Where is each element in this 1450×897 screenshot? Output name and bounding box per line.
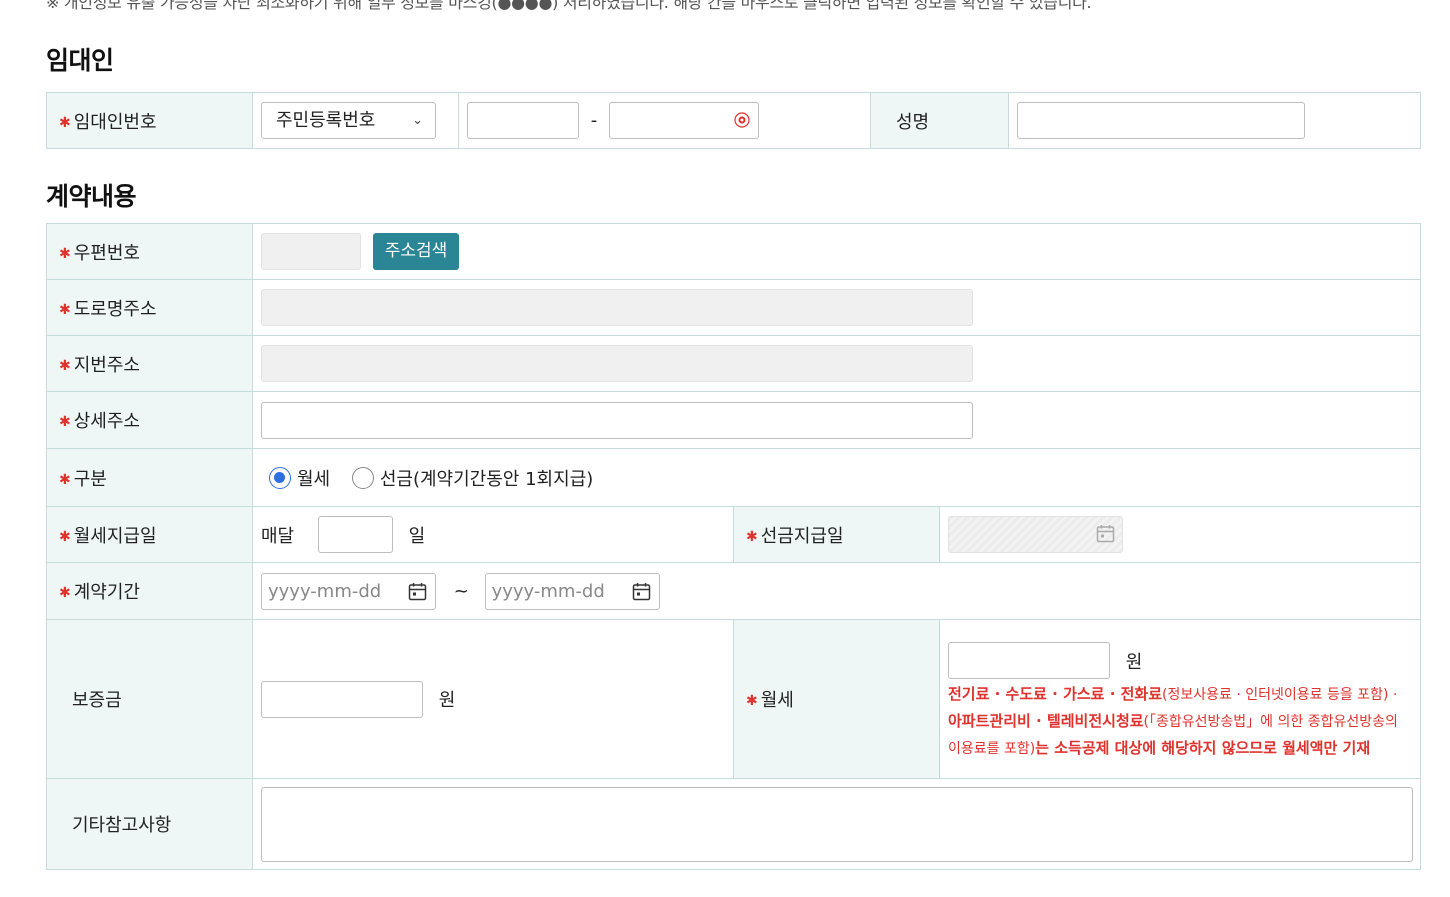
rent-input[interactable] xyxy=(948,642,1110,679)
memo-cell xyxy=(252,778,1421,870)
rent-header: ✱ 월세 xyxy=(733,619,940,779)
memo-textarea[interactable] xyxy=(261,786,1413,862)
period-header: ✱ 계약기간 xyxy=(46,562,253,620)
landlord-id-header: ✱ 임대인번호 xyxy=(46,92,253,149)
road-address-input xyxy=(261,289,973,326)
prepay-date-header: ✱ 선금지급일 xyxy=(733,506,940,563)
won-unit: 원 xyxy=(1125,651,1143,673)
road-address-header: ✱ 도로명주소 xyxy=(46,279,253,336)
type-header: ✱ 구분 xyxy=(46,448,253,507)
monthly-pay-day-input[interactable] xyxy=(317,516,393,553)
zip-input xyxy=(261,233,361,270)
period-separator: ~ xyxy=(453,580,469,602)
deposit-header: 보증금 xyxy=(46,619,253,779)
rent-cell: 원 전기료 · 수도료 · 가스료 · 전화료(정보사용료 · 인터넷이용료 등… xyxy=(939,619,1421,779)
show-password-icon[interactable] xyxy=(733,111,751,129)
lot-address-header: ✱ 지번주소 xyxy=(46,335,253,392)
landlord-section-title: 임대인 xyxy=(46,46,114,75)
memo-header: 기타참고사항 xyxy=(46,778,253,870)
period-start-date-input[interactable]: yyyy-mm-dd xyxy=(261,572,436,610)
prepay-date-cell xyxy=(939,506,1421,563)
zip-cell: 주소검색 xyxy=(252,223,1421,280)
masking-notice: ※ 개인정보 유출 가능성을 차단 최소화하기 위해 일부 정보를 마스킹(●●… xyxy=(46,0,1092,12)
deposit-cell: 원 xyxy=(252,619,734,779)
address-search-button[interactable]: 주소검색 xyxy=(372,233,460,270)
required-mark: ✱ xyxy=(59,245,71,262)
name-cell xyxy=(1008,92,1421,149)
lot-address-input xyxy=(261,345,973,382)
required-mark: ✱ xyxy=(59,357,71,374)
monthly-pay-day-header: ✱ 월세지급일 xyxy=(46,506,253,563)
type-radio-monthly-label[interactable]: 월세 xyxy=(297,469,330,490)
period-end-date-input[interactable]: yyyy-mm-dd xyxy=(484,572,660,610)
id-separator: - xyxy=(590,110,598,131)
calendar-icon xyxy=(1096,525,1115,543)
calendar-icon[interactable] xyxy=(632,582,651,601)
type-radio-prepay[interactable] xyxy=(351,466,374,489)
detail-address-header: ✱ 상세주소 xyxy=(46,391,253,449)
lot-address-cell xyxy=(252,335,1421,392)
type-radio-prepay-label[interactable]: 선금(계약기간동안 1회지급) xyxy=(380,469,593,490)
contract-table: ✱ 우편번호 주소검색 ✱ 도로명주소 ✱ 지번주소 ✱ 상세주소 ✱ 구분 월세 선금(… xyxy=(46,223,1421,870)
name-input[interactable] xyxy=(1017,102,1305,139)
contract-section-title: 계약내용 xyxy=(46,182,137,211)
rent-note: 전기료 · 수도료 · 가스료 · 전화료(정보사용료 · 인터넷이용료 등을 … xyxy=(948,685,1398,757)
deposit-input[interactable] xyxy=(261,680,423,718)
required-mark: ✱ xyxy=(746,528,758,545)
chevron-down-icon: ⌄ xyxy=(412,113,423,128)
type-cell: 월세 선금(계약기간동안 1회지급) xyxy=(252,448,1421,507)
monthly-pay-day-cell: 매달 일 xyxy=(252,506,734,563)
detail-address-input[interactable] xyxy=(261,401,973,439)
required-mark: ✱ xyxy=(59,114,71,131)
road-address-cell xyxy=(252,279,1421,336)
id-number-cell: - xyxy=(458,92,871,149)
required-mark: ✱ xyxy=(746,693,758,709)
required-mark: ✱ xyxy=(59,528,71,545)
id-type-cell: 주민등록번호 ⌄ xyxy=(252,92,459,149)
name-header: 성명 xyxy=(870,92,1009,149)
landlord-table: ✱ 임대인번호 주민등록번호 ⌄ - 성명 xyxy=(46,92,1421,149)
required-mark: ✱ xyxy=(59,585,71,601)
id-type-select[interactable]: 주민등록번호 ⌄ xyxy=(261,102,436,139)
required-mark: ✱ xyxy=(59,414,71,430)
zip-header: ✱ 우편번호 xyxy=(46,223,253,280)
required-mark: ✱ xyxy=(59,301,71,318)
required-mark: ✱ xyxy=(59,471,71,488)
detail-address-cell xyxy=(252,391,1421,449)
id-number-front-input[interactable] xyxy=(467,102,579,139)
day-unit: 일 xyxy=(408,525,426,547)
period-cell: yyyy-mm-dd ~ yyyy-mm-dd xyxy=(252,562,1421,620)
calendar-icon[interactable] xyxy=(408,582,427,601)
won-unit: 원 xyxy=(438,690,456,711)
monthly-prefix: 매달 xyxy=(261,525,295,547)
type-radio-monthly[interactable] xyxy=(269,466,291,489)
